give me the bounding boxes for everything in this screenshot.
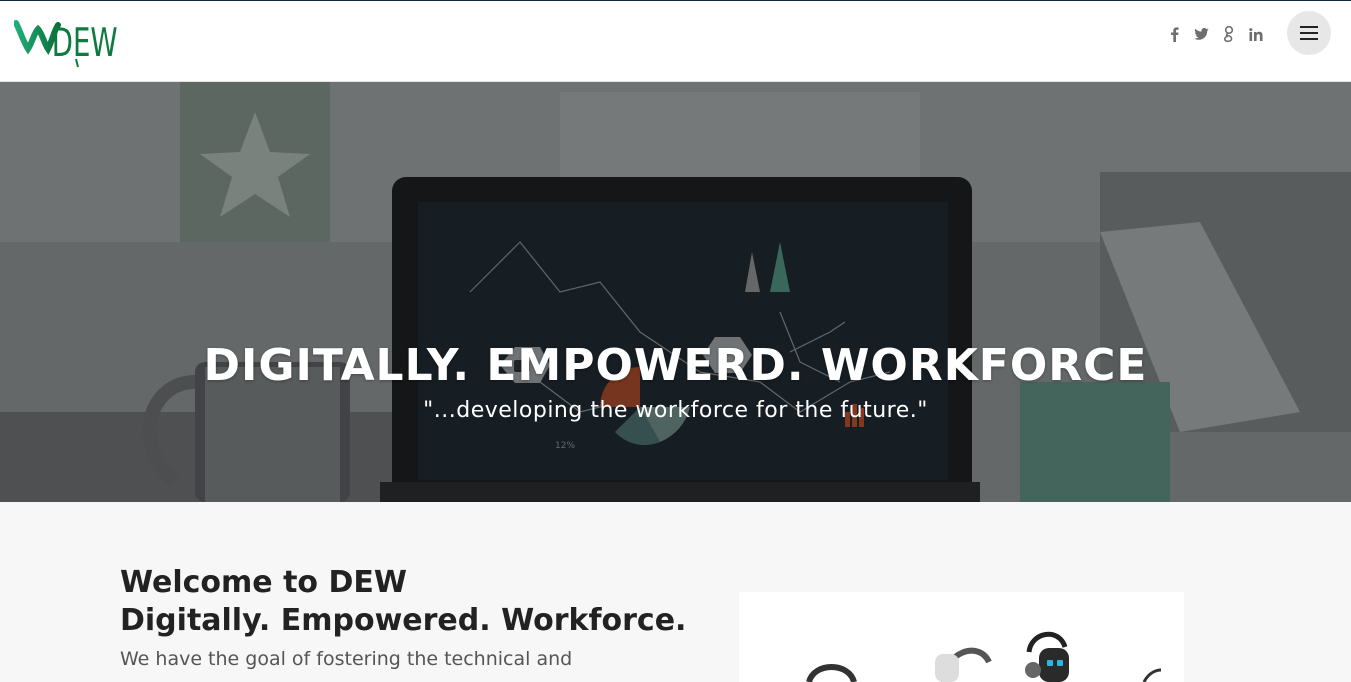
hero-subtitle: "...developing the workforce for the fut…: [423, 398, 928, 423]
google-plus-icon[interactable]: [1215, 23, 1242, 45]
menu-bar: [1300, 26, 1318, 28]
welcome-title-line1: Welcome to DEW: [120, 565, 407, 600]
menu-bar: [1300, 38, 1318, 40]
welcome-paragraph: We have the goal of fostering the techni…: [120, 648, 573, 670]
dew-logo[interactable]: DEW: [13, 17, 118, 69]
product-image-card: [739, 592, 1184, 682]
welcome-heading: Welcome to DEW Digitally. Empowered. Wor…: [120, 564, 686, 640]
facebook-icon[interactable]: [1161, 23, 1188, 45]
social-links: [1161, 23, 1269, 45]
site-header: DEW: [0, 1, 1351, 82]
hero-banner: 12% DIGITALLY. EMPOWERD. WORKFORCE "...d…: [0, 82, 1351, 502]
hero-background-image: 12%: [0, 82, 1351, 502]
hero-title: DIGITALLY. EMPOWERD. WORKFORCE: [203, 340, 1148, 391]
twitter-icon[interactable]: [1188, 23, 1215, 45]
hamburger-menu-button[interactable]: [1287, 11, 1331, 55]
menu-bar: [1300, 32, 1318, 34]
svg-text:DEW: DEW: [52, 20, 118, 66]
linkedin-icon[interactable]: [1242, 23, 1269, 45]
welcome-title-line2: Digitally. Empowered. Workforce.: [120, 603, 687, 638]
welcome-section: Welcome to DEW Digitally. Empowered. Wor…: [0, 502, 1351, 682]
headphones-image: [739, 592, 1184, 682]
